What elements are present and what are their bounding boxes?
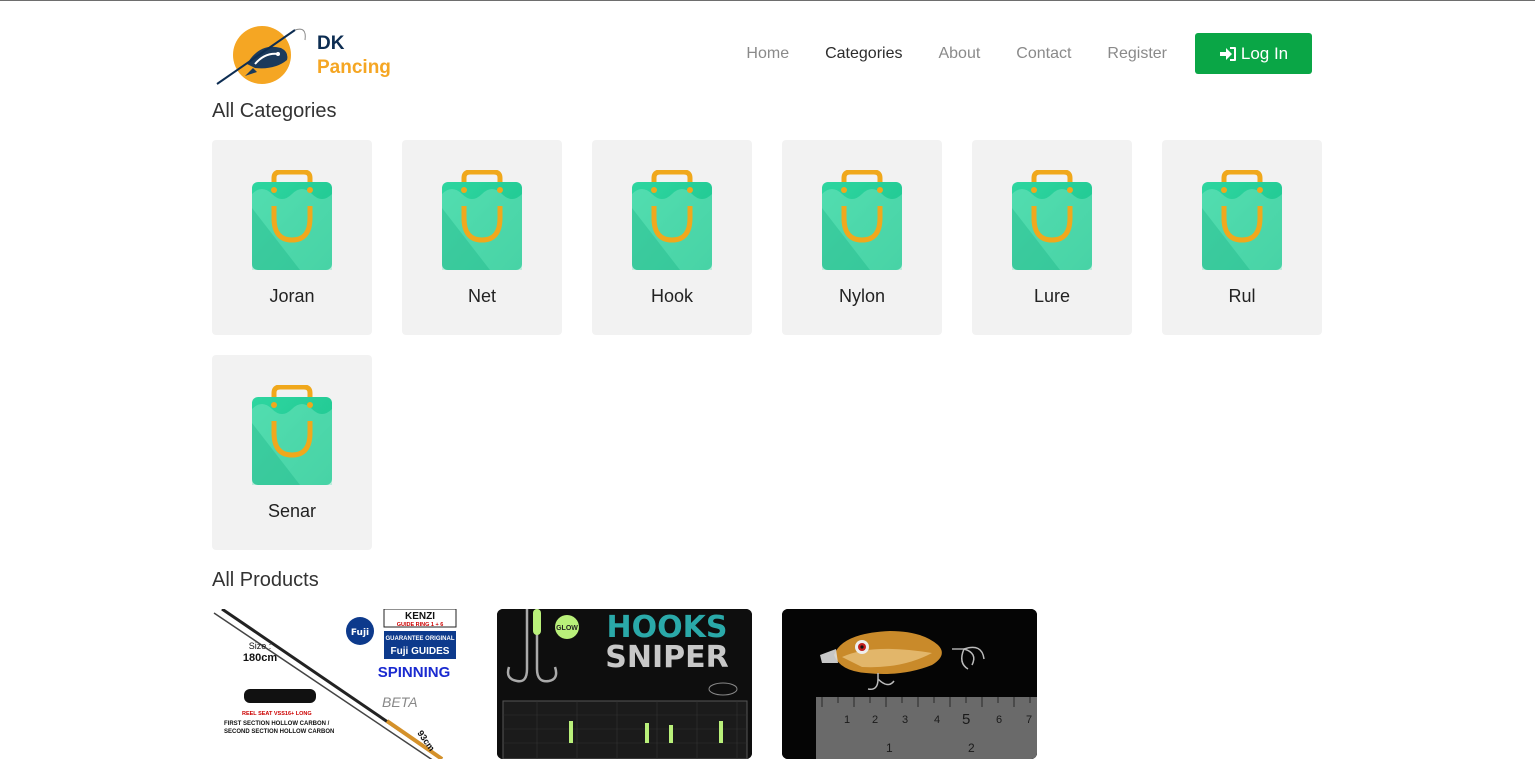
ruler-mark: 1 <box>844 714 850 726</box>
brand-line1: DK <box>317 33 345 54</box>
ruler-mark: 4 <box>934 714 940 726</box>
brand-logo[interactable]: DK Pancing <box>215 24 395 86</box>
nav-link-contact[interactable]: Contact <box>1016 34 1071 74</box>
fishing-logo-icon <box>216 26 306 85</box>
login-label: Log In <box>1240 43 1289 63</box>
ruler-mark: 1 <box>886 741 893 755</box>
nav-link-home[interactable]: Home <box>746 34 789 74</box>
category-card-hook[interactable]: Hook <box>592 140 752 335</box>
guarantee-text: GUARANTEE ORIGINAL <box>386 636 455 642</box>
category-grid: Joran Net Hook Nylon Lure Rul Senar <box>212 140 1332 550</box>
shopping-bag-icon <box>250 385 334 487</box>
nav-link-about[interactable]: About <box>938 34 980 74</box>
ruler-mark: 3 <box>902 714 908 726</box>
reel-seat-text: REEL SEAT VSS16+ LONG <box>242 711 312 717</box>
ruler-mark: 2 <box>968 741 975 755</box>
product-grid: Fuji KENZI GUIDE RING 1 + 6 GUARANTEE OR… <box>212 609 1037 759</box>
products-title: All Products <box>212 569 319 591</box>
category-card-rul[interactable]: Rul <box>1162 140 1322 335</box>
ruler-mark: 2 <box>872 714 878 726</box>
category-card-net[interactable]: Net <box>402 140 562 335</box>
brand-line2: Pancing <box>317 57 391 78</box>
sniper-title: SNIPER <box>605 640 728 675</box>
category-name: Rul <box>1228 286 1256 306</box>
ruler-mark: 5 <box>962 711 970 728</box>
category-card-lure[interactable]: Lure <box>972 140 1132 335</box>
glow-badge: GLOW <box>556 625 578 632</box>
category-card-joran[interactable]: Joran <box>212 140 372 335</box>
nav-link-categories[interactable]: Categories <box>825 34 902 74</box>
ruler-mark: 7 <box>1026 714 1032 726</box>
category-name: Net <box>467 286 496 306</box>
brand-name: DK Pancing <box>317 32 391 80</box>
nav-link-register[interactable]: Register <box>1107 34 1167 74</box>
shopping-bag-icon <box>630 170 714 272</box>
product-card-crankbait-lure[interactable]: 1 2 3 4 5 6 7 1 2 <box>782 609 1037 759</box>
hooks-sniper-image: GLOW HOOKS SNIPER <box>497 609 752 759</box>
shopping-bag-icon <box>250 170 334 272</box>
fuji-guides-text: Fuji GUIDES <box>391 646 450 657</box>
navbar: DK Pancing Home Categories About Contact… <box>212 21 1312 91</box>
category-name: Joran <box>269 286 315 306</box>
section1-text: FIRST SECTION HOLLOW CARBON / <box>224 721 330 727</box>
category-name: Lure <box>1033 286 1071 306</box>
login-button[interactable]: Log In <box>1195 33 1312 74</box>
size-label: Size : <box>249 641 272 651</box>
category-name: Hook <box>650 286 694 306</box>
shopping-bag-icon <box>440 170 524 272</box>
main-nav: Home Categories About Contact Register L… <box>710 33 1312 74</box>
svg-text:Fuji: Fuji <box>351 628 369 638</box>
guide-ring-text: GUIDE RING 1 + 6 <box>397 622 444 628</box>
series-text: BETA <box>382 694 418 710</box>
section2-text: SECOND SECTION HOLLOW CARBON <box>224 729 334 735</box>
crankbait-lure-image: 1 2 3 4 5 6 7 1 2 <box>782 609 1037 759</box>
size-value: 180cm <box>243 652 277 664</box>
ruler-mark: 6 <box>996 714 1002 726</box>
category-card-senar[interactable]: Senar <box>212 355 372 550</box>
spinning-text: SPINNING <box>378 664 451 681</box>
category-card-nylon[interactable]: Nylon <box>782 140 942 335</box>
product-card-spinning-rod[interactable]: Fuji KENZI GUIDE RING 1 + 6 GUARANTEE OR… <box>212 609 467 759</box>
spinning-rod-image: Fuji KENZI GUIDE RING 1 + 6 GUARANTEE OR… <box>212 609 467 759</box>
product-card-hooks-sniper[interactable]: GLOW HOOKS SNIPER <box>497 609 752 759</box>
sign-in-icon <box>1219 46 1236 61</box>
brand-text: KENZI <box>405 611 435 622</box>
shopping-bag-icon <box>1010 170 1094 272</box>
shopping-bag-icon <box>1200 170 1284 272</box>
category-name: Senar <box>267 501 317 521</box>
shopping-bag-icon <box>820 170 904 272</box>
categories-title: All Categories <box>212 100 337 122</box>
category-name: Nylon <box>838 286 886 306</box>
